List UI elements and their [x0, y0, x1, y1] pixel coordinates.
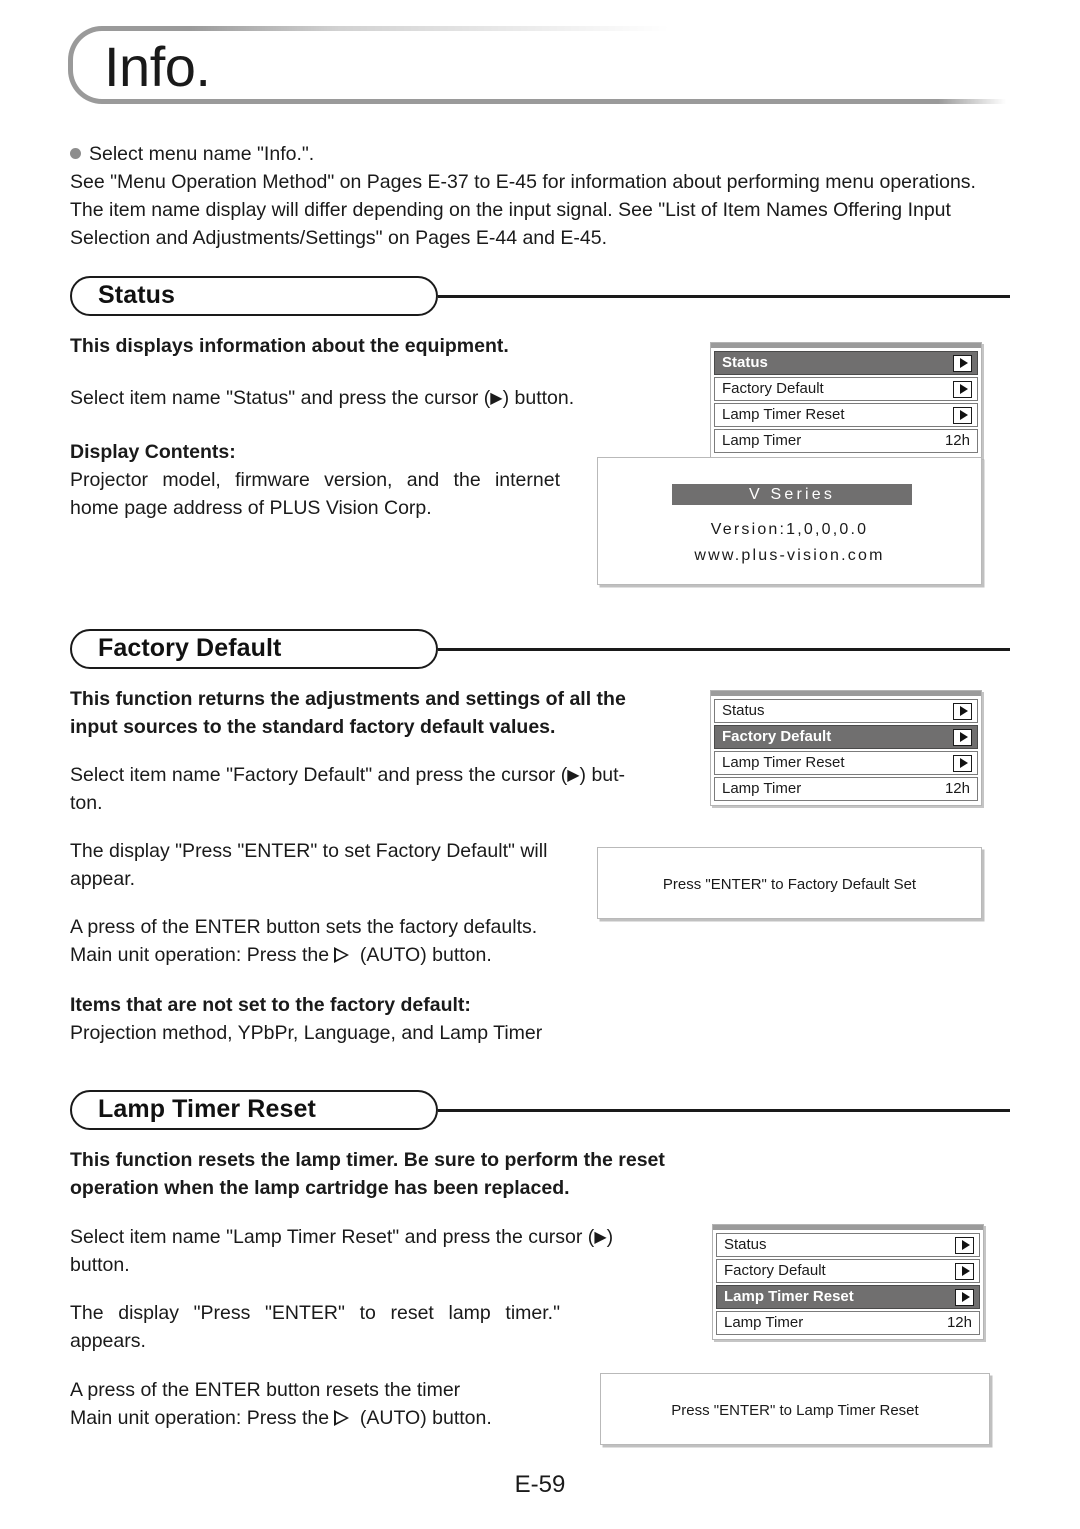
chevron-right-icon[interactable]	[955, 1236, 974, 1254]
lamp-timer-value: 12h	[944, 432, 970, 449]
osd-title-bar	[713, 1225, 983, 1230]
osd-title-bar	[711, 343, 981, 348]
section-rule-factory-default	[438, 648, 1010, 651]
osd-row[interactable]: Lamp Timer Reset	[714, 751, 978, 775]
osd-menu-factory-default[interactable]: Status Factory Default Lamp Timer Reset …	[710, 690, 982, 806]
section-header-status: Status	[70, 276, 1010, 316]
display-contents-body: Projector model, firmware version, and t…	[70, 469, 560, 519]
fd-press-line1: A press of the ENTER button sets the fac…	[70, 916, 538, 938]
factory-default-display-paragraph: The display "Press "ENTER" to set Factor…	[70, 840, 548, 890]
factory-default-press-paragraph: A press of the ENTER button sets the fac…	[70, 913, 630, 969]
page-header-top-fade	[188, 26, 1018, 32]
chevron-right-icon[interactable]	[953, 354, 972, 372]
cursor-right-icon: ▶	[567, 767, 580, 784]
not-reset-body: Projection method, YPbPr, Language, and …	[70, 1022, 543, 1044]
lamp-timer-reset-press-paragraph: A press of the ENTER button resets the t…	[70, 1376, 630, 1432]
status-display-contents: Display Contents: Projector model, firmw…	[70, 438, 560, 522]
version-screen-url: www.plus-vision.com	[694, 547, 885, 564]
fd-press-line2-post: (AUTO) button.	[354, 944, 492, 966]
lamp-timer-value: 12h	[946, 1314, 972, 1331]
cursor-right-icon: ▶	[594, 1229, 607, 1246]
ltr-select-post2: button.	[70, 1254, 130, 1276]
fd-press-line2-pre: Main unit operation: Press the	[70, 944, 335, 966]
not-reset-label: Items that are not set to the factory de…	[70, 994, 471, 1016]
ltr-select-post: )	[606, 1226, 614, 1248]
fd-select-pre: Select item name "Factory Default" and p…	[70, 764, 568, 786]
auto-button-icon	[334, 1410, 354, 1426]
section-title-lamp-timer-reset: Lamp Timer Reset	[98, 1095, 316, 1123]
version-screen-title: V Series	[672, 484, 912, 505]
page-number: E-59	[514, 1471, 566, 1498]
lamp-timer-reset-select-paragraph: Select item name "Lamp Timer Reset" and …	[70, 1223, 670, 1279]
section-title-status: Status	[98, 281, 176, 309]
lamp-timer-value: 12h	[944, 780, 970, 797]
intro-bullet-text: Select menu name "Info.".	[89, 143, 315, 165]
osd-row[interactable]: Lamp Timer 12h	[714, 429, 978, 453]
osd-title-bar	[711, 691, 981, 696]
section-header-lamp-timer-reset: Lamp Timer Reset	[70, 1090, 1010, 1130]
lamp-timer-reset-display-paragraph: The display "Press "ENTER" to reset lamp…	[70, 1302, 560, 1352]
factory-default-select-paragraph: Select item name "Factory Default" and p…	[70, 761, 670, 817]
factory-default-exceptions: Items that are not set to the factory de…	[70, 991, 670, 1047]
osd-row[interactable]: Lamp Timer 12h	[716, 1311, 980, 1335]
version-screen-version: Version:1,0,0,0.0	[710, 521, 869, 538]
section-header-factory-default: Factory Default	[70, 629, 1010, 669]
fd-select-post2: ton.	[70, 792, 103, 814]
chevron-right-icon[interactable]	[953, 754, 972, 772]
osd-menu-status[interactable]: Status Factory Default Lamp Timer Reset …	[710, 342, 982, 458]
intro-bullet-line: Select menu name "Info.".	[70, 140, 1015, 168]
intro-line-2: See "Menu Operation Method" on Pages E-3…	[70, 171, 976, 193]
lamp-timer-reset-dialog: Press "ENTER" to Lamp Timer Reset	[600, 1373, 990, 1445]
intro-block: Select menu name "Info.". See "Menu Oper…	[70, 140, 1015, 252]
chevron-right-icon[interactable]	[953, 702, 972, 720]
display-contents-label: Display Contents:	[70, 441, 236, 463]
auto-button-icon	[334, 947, 354, 963]
chevron-right-icon[interactable]	[955, 1262, 974, 1280]
section-rule-lamp-timer-reset	[438, 1109, 1010, 1112]
version-screen: V Series Version:1,0,0,0.0 www.plus-visi…	[597, 457, 982, 585]
osd-row[interactable]: Status	[714, 699, 978, 723]
osd-row[interactable]: Lamp Timer Reset	[716, 1285, 980, 1309]
cursor-right-icon: ▶	[490, 390, 503, 407]
chevron-right-icon[interactable]	[953, 728, 972, 746]
lamp-timer-reset-bold-intro: This function resets the lamp timer. Be …	[70, 1149, 665, 1199]
chevron-right-icon[interactable]	[953, 406, 972, 424]
osd-row[interactable]: Factory Default	[716, 1259, 980, 1283]
status-select-pre: Select item name "Status" and press the …	[70, 387, 491, 409]
osd-row[interactable]: Factory Default	[714, 377, 978, 401]
lamp-timer-reset-dialog-text: Press "ENTER" to Lamp Timer Reset	[671, 1402, 919, 1419]
chevron-right-icon[interactable]	[953, 380, 972, 398]
chevron-right-icon[interactable]	[955, 1288, 974, 1306]
osd-row[interactable]: Lamp Timer 12h	[714, 777, 978, 801]
page-header: Info.	[68, 26, 1018, 104]
status-bold-intro: This displays information about the equi…	[70, 335, 509, 357]
factory-default-dialog-text: Press "ENTER" to Factory Default Set	[662, 876, 917, 893]
ltr-press-line2-pre: Main unit operation: Press the	[70, 1407, 335, 1429]
osd-row[interactable]: Status	[714, 351, 978, 375]
osd-menu-lamp-timer-reset[interactable]: Status Factory Default Lamp Timer Reset …	[712, 1224, 984, 1340]
page-header-bottom-fade	[938, 98, 1018, 104]
intro-line-4: Selection and Adjustments/Settings" on P…	[70, 227, 608, 249]
ltr-press-line1: A press of the ENTER button resets the t…	[70, 1379, 461, 1401]
ltr-select-pre: Select item name "Lamp Timer Reset" and …	[70, 1226, 595, 1248]
osd-row[interactable]: Lamp Timer Reset	[714, 403, 978, 427]
ltr-press-line2-post: (AUTO) button.	[354, 1407, 492, 1429]
status-select-post: ) button.	[502, 387, 575, 409]
factory-default-bold-intro: This function returns the adjustments an…	[70, 688, 626, 738]
page-title: Info.	[104, 35, 211, 98]
intro-line-3: The item name display will differ depend…	[70, 199, 951, 221]
factory-default-dialog: Press "ENTER" to Factory Default Set	[597, 847, 982, 919]
section-rule-status	[438, 295, 1010, 298]
osd-row[interactable]: Status	[716, 1233, 980, 1257]
section-title-factory-default: Factory Default	[98, 634, 282, 662]
fd-select-post: ) but-	[579, 764, 626, 786]
bullet-dot-icon	[70, 148, 81, 159]
osd-row[interactable]: Factory Default	[714, 725, 978, 749]
status-select-paragraph: Select item name "Status" and press the …	[70, 384, 690, 412]
